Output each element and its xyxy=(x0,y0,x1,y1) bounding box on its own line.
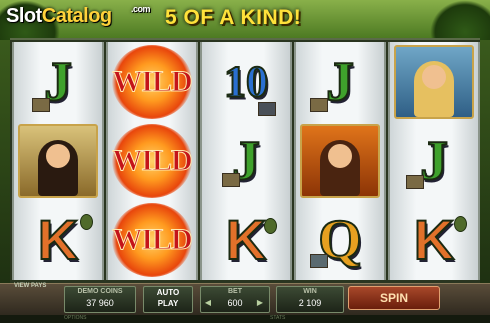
symbol-portrait-blonde-woman xyxy=(390,42,478,121)
ammo-crate-icon xyxy=(32,98,50,112)
wild-fire-icon: WILD xyxy=(112,44,193,119)
reel-1: J K xyxy=(12,42,104,280)
brown-haired-woman-portrait xyxy=(300,123,380,198)
symbol-wild: WILD xyxy=(108,121,196,200)
symbol-10: 10 xyxy=(202,42,290,121)
jungle-foliage-right xyxy=(430,0,490,40)
symbol-q: Q xyxy=(296,200,384,279)
reel-2: WILD WILD WILD xyxy=(106,42,198,280)
bet-increase-icon[interactable]: ▶ xyxy=(254,297,266,309)
ammo-crate-icon xyxy=(406,175,424,189)
reel-3: 10 J K xyxy=(200,42,292,280)
slot-game: SlotCatalog .com 5 OF A KIND! J K WILD W… xyxy=(0,0,490,323)
symbol-j: J xyxy=(390,121,478,200)
spin-button[interactable]: SPIN xyxy=(348,286,440,310)
slotcatalog-logo: SlotCatalog .com xyxy=(6,4,151,27)
symbol-wild: WILD xyxy=(108,42,196,121)
view-pays-button[interactable]: VIEW PAYS xyxy=(14,283,46,289)
ammo-crate-icon xyxy=(310,98,328,112)
blonde-woman-portrait xyxy=(394,44,474,119)
symbol-j: J xyxy=(296,42,384,121)
radio-icon xyxy=(258,102,276,116)
auto-play-button[interactable]: AUTO PLAY xyxy=(143,286,193,313)
wild-fire-icon: WILD xyxy=(112,123,193,198)
win-message: 5 OF A KIND! xyxy=(165,6,302,29)
symbol-k: K xyxy=(202,200,290,279)
options-link[interactable]: OPTIONS xyxy=(64,315,87,321)
grenade-icon xyxy=(80,214,93,230)
win-display: WIN 2 109 xyxy=(276,286,344,313)
symbol-k: K xyxy=(390,200,478,279)
grenade-icon xyxy=(264,218,277,234)
reel-grid: J K WILD WILD WILD 10 J K J Q J K xyxy=(10,38,480,284)
reel-4: J Q xyxy=(294,42,386,280)
dark-haired-woman-portrait xyxy=(18,123,98,198)
top-banner: SlotCatalog .com 5 OF A KIND! xyxy=(0,0,490,40)
symbol-j: J xyxy=(14,42,102,121)
grenade-icon xyxy=(454,216,467,232)
wild-fire-icon: WILD xyxy=(112,202,193,277)
symbol-j: J xyxy=(202,121,290,200)
symbol-wild: WILD xyxy=(108,200,196,279)
footer-bar: OPTIONS STATS xyxy=(0,315,490,323)
ammo-crate-icon xyxy=(222,173,240,187)
reel-5: J K xyxy=(388,42,480,280)
symbol-portrait-dark-haired-woman xyxy=(14,121,102,200)
stats-link[interactable]: STATS xyxy=(270,315,285,321)
radio-icon xyxy=(310,254,328,268)
symbol-k: K xyxy=(14,200,102,279)
demo-coins-display: DEMO COINS 37 960 xyxy=(64,286,136,313)
bet-decrease-icon[interactable]: ◀ xyxy=(202,297,214,309)
symbol-portrait-brown-haired-woman xyxy=(296,121,384,200)
